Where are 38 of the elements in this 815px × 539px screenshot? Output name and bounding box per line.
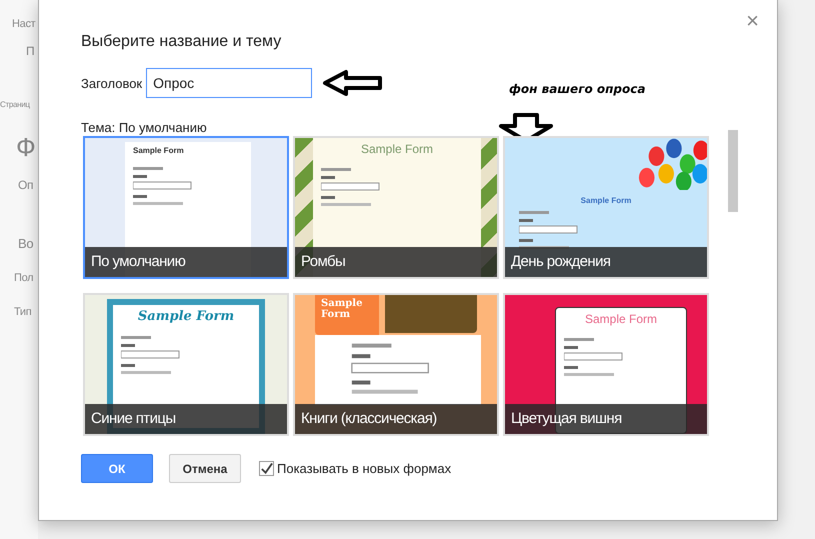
theme-name: По умолчанию <box>85 247 287 277</box>
annotation-text: фон вашего опроса <box>509 82 646 96</box>
preview-title: Sample Form <box>133 146 185 155</box>
preview-title: Sample Form <box>580 196 632 205</box>
close-button[interactable]: × <box>742 10 763 32</box>
theme-name: Ромбы <box>295 247 497 277</box>
background-text: Страниц <box>0 100 30 109</box>
cancel-button[interactable]: Отмена <box>169 454 241 483</box>
left-arrow-icon <box>322 69 384 97</box>
preview-title: Sample Form <box>315 295 379 335</box>
preview-title: Sample Form <box>360 142 434 156</box>
theme-name: Цветущая вишня <box>505 404 707 434</box>
theme-tile[interactable]: Sample Form Синие птицы <box>83 293 289 436</box>
theme-name: Синие птицы <box>85 404 287 434</box>
dialog-title: Выберите название и тему <box>81 32 282 52</box>
theme-tile[interactable]: Sample Form Ромбы <box>293 136 499 279</box>
title-input-field[interactable]: Опрос <box>146 68 312 98</box>
theme-tile[interactable]: Sample Form По умолчанию <box>83 136 289 279</box>
background-text: Во <box>18 236 34 251</box>
checkbox-label: Показывать в новых формах <box>277 461 452 476</box>
theme-tile[interactable]: Sample Form День рождения <box>503 136 709 279</box>
scrollbar-thumb[interactable] <box>728 130 738 212</box>
background-text: Тип <box>14 306 32 318</box>
balloons-drawing <box>637 138 707 190</box>
background-text: Ф <box>16 132 36 163</box>
theme-name: Книги (классическая) <box>295 404 497 434</box>
field-label: Заголовок <box>81 76 142 90</box>
background-text: Наст <box>12 18 36 30</box>
theme-name: День рождения <box>505 247 707 277</box>
checkbox[interactable] <box>259 461 274 476</box>
theme-tile[interactable]: Sample Form Книги (классическая) <box>293 293 499 436</box>
preview-title: Sample Form <box>584 312 658 326</box>
background-text: П <box>26 44 34 58</box>
theme-label: Тема: По умолчанию <box>81 120 207 137</box>
theme-tile[interactable]: Sample Form Цветущая вишня <box>503 293 709 436</box>
background-text: Оп <box>18 178 34 192</box>
background-text: Пол <box>14 272 34 284</box>
preview-title: Sample Form <box>136 309 236 324</box>
